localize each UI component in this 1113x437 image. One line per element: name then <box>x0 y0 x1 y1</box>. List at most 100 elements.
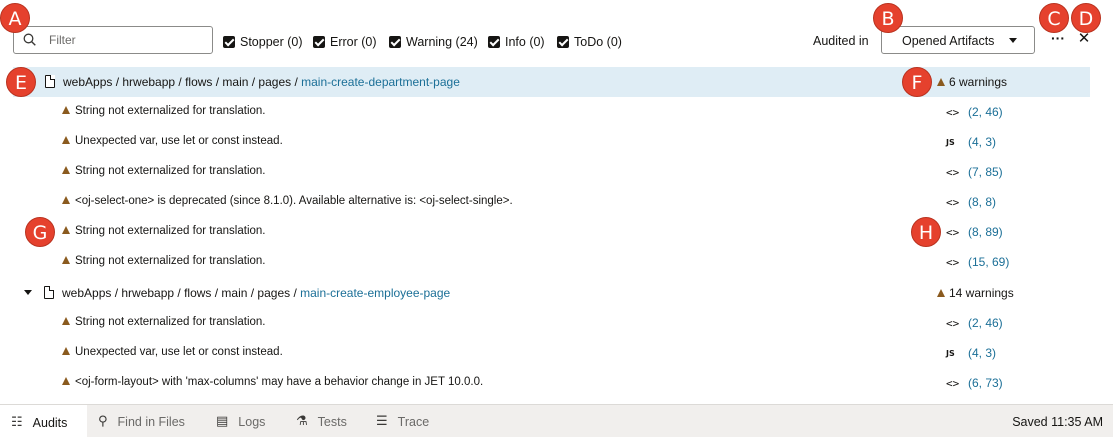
callout-b: B <box>873 3 903 33</box>
error-label: Error (0) <box>330 34 377 49</box>
audit-message: String not externalized for translation. <box>62 225 266 237</box>
file-path-link[interactable]: main-create-employee-page <box>300 286 450 300</box>
tab-find-in-files[interactable]: ⚲ Find in Files <box>98 405 185 437</box>
warning-icon <box>62 136 70 144</box>
checkbox-checked-icon[interactable] <box>557 35 569 48</box>
audit-message: <oj-select-one> is deprecated (since 8.1… <box>62 195 513 207</box>
audited-in-label: Audited in <box>813 34 869 48</box>
tab-audits[interactable]: ☷ Audits <box>0 405 87 437</box>
location-link[interactable]: (4, 3) <box>968 135 996 149</box>
audit-message: String not externalized for translation. <box>62 165 266 177</box>
warning-icon <box>937 289 945 297</box>
callout-e: E <box>6 67 36 97</box>
scope-dropdown[interactable]: Opened Artifacts <box>881 26 1035 54</box>
checkbox-checked-icon[interactable] <box>488 35 500 48</box>
callout-f: F <box>902 67 932 97</box>
tab-logs[interactable]: ▤ Logs <box>216 405 265 437</box>
javascript-icon: JS <box>946 138 955 147</box>
tab-find-in-files-label: Find in Files <box>117 414 185 429</box>
callout-a: A <box>0 3 30 33</box>
warning-icon <box>62 347 70 355</box>
error-checkbox[interactable]: Error (0) <box>313 34 377 49</box>
location-link[interactable]: (7, 85) <box>968 165 1003 179</box>
file-icon <box>44 286 54 299</box>
filter-field[interactable] <box>13 26 213 54</box>
info-label: Info (0) <box>505 34 545 49</box>
tab-tests[interactable]: ⚗ Tests <box>296 405 347 437</box>
audit-location[interactable]: JS (4, 3) <box>946 346 996 360</box>
file-group-header[interactable]: webApps / hrwebapp / flows / main / page… <box>0 278 1095 308</box>
todo-checkbox[interactable]: ToDo (0) <box>557 34 622 49</box>
file-icon <box>45 75 55 88</box>
checkbox-checked-icon[interactable] <box>223 35 235 48</box>
location-link[interactable]: (6, 73) <box>968 376 1003 390</box>
audit-location[interactable]: <> (7, 85) <box>946 165 1003 179</box>
location-link[interactable]: (2, 46) <box>968 105 1003 119</box>
markup-icon: <> <box>946 196 960 209</box>
search-icon: ⚲ <box>98 414 108 429</box>
location-link[interactable]: (8, 8) <box>968 195 996 209</box>
warning-icon <box>62 226 70 234</box>
audit-item[interactable]: Unexpected var, use let or const instead… <box>0 338 1095 368</box>
checkbox-checked-icon[interactable] <box>389 35 401 48</box>
audits-toolbar: Stopper (0) Error (0) Warning (24) Info … <box>0 14 1113 64</box>
warning-icon <box>62 317 70 325</box>
callout-h: H <box>911 217 941 247</box>
bottom-panel-tabs: ☷ Audits ⚲ Find in Files ▤ Logs ⚗ Tests … <box>0 404 1113 437</box>
audit-location[interactable]: <> (8, 89) <box>946 225 1003 239</box>
todo-label: ToDo (0) <box>574 34 622 49</box>
audit-location[interactable]: <> (2, 46) <box>946 316 1003 330</box>
file-path: webApps / hrwebapp / flows / main / page… <box>62 286 451 300</box>
warning-icon <box>62 377 70 385</box>
file-path: webApps / hrwebapp / flows / main / page… <box>63 75 460 89</box>
audit-message: Unexpected var, use let or const instead… <box>62 346 283 358</box>
markup-icon: <> <box>946 106 960 119</box>
audit-item[interactable]: <oj-select-one> is deprecated (since 8.1… <box>0 187 1095 217</box>
audit-location[interactable]: <> (6, 73) <box>946 376 1003 390</box>
audit-location[interactable]: <> (2, 46) <box>946 105 1003 119</box>
file-path-link[interactable]: main-create-department-page <box>301 75 460 89</box>
info-checkbox[interactable]: Info (0) <box>488 34 545 49</box>
markup-icon: <> <box>946 377 960 390</box>
callout-g: G <box>25 217 55 247</box>
audit-message: Unexpected var, use let or const instead… <box>62 135 283 147</box>
tab-logs-label: Logs <box>238 414 266 429</box>
trace-icon: ☰ <box>376 414 388 429</box>
warning-label: Warning (24) <box>406 34 478 49</box>
tab-trace-label: Trace <box>397 414 430 429</box>
audit-message: String not externalized for translation. <box>62 105 266 117</box>
collapse-caret-icon[interactable] <box>24 290 32 295</box>
audit-location[interactable]: <> (8, 8) <box>946 195 996 209</box>
audit-location[interactable]: JS (4, 3) <box>946 135 996 149</box>
audit-item[interactable]: String not externalized for translation.… <box>0 157 1095 187</box>
location-link[interactable]: (2, 46) <box>968 316 1003 330</box>
warning-count: 6 warnings <box>937 75 1007 89</box>
location-link[interactable]: (8, 89) <box>968 225 1003 239</box>
checkbox-checked-icon[interactable] <box>313 35 325 48</box>
stopper-checkbox[interactable]: Stopper (0) <box>223 34 303 49</box>
audit-item[interactable]: String not externalized for translation.… <box>0 247 1095 277</box>
warning-count: 14 warnings <box>937 286 1014 300</box>
stopper-label: Stopper (0) <box>240 34 303 49</box>
warning-icon <box>937 78 945 86</box>
tab-trace[interactable]: ☰ Trace <box>376 405 429 437</box>
tab-tests-label: Tests <box>317 414 347 429</box>
flask-icon: ⚗ <box>296 414 308 429</box>
warning-icon <box>62 196 70 204</box>
warning-icon <box>62 256 70 264</box>
location-link[interactable]: (15, 69) <box>968 255 1009 269</box>
audit-item[interactable]: Unexpected var, use let or const instead… <box>0 127 1095 157</box>
warning-icon <box>62 166 70 174</box>
scope-dropdown-value: Opened Artifacts <box>902 34 995 48</box>
location-link[interactable]: (4, 3) <box>968 346 996 360</box>
javascript-icon: JS <box>946 349 955 358</box>
callout-d: D <box>1071 3 1101 33</box>
audit-location[interactable]: <> (15, 69) <box>946 255 1009 269</box>
markup-icon: <> <box>946 256 960 269</box>
save-status: Saved 11:35 AM <box>1012 415 1103 429</box>
filter-input[interactable] <box>49 31 209 49</box>
audit-item[interactable]: String not externalized for translation.… <box>0 97 1095 127</box>
warning-checkbox[interactable]: Warning (24) <box>389 34 478 49</box>
audit-item[interactable]: String not externalized for translation.… <box>0 308 1095 338</box>
audit-item[interactable]: <oj-form-layout> with 'max-columns' may … <box>0 368 1095 398</box>
